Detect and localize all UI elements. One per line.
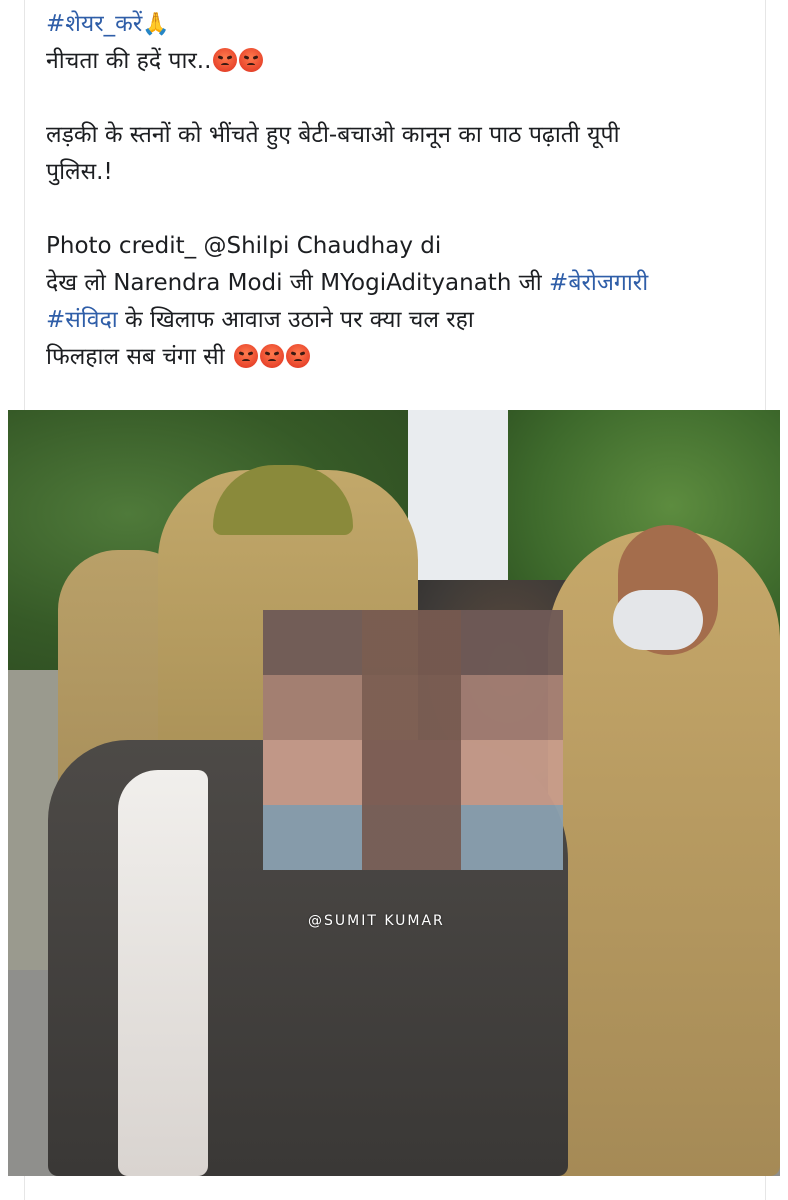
photo-officer-mask <box>613 590 703 650</box>
contract-line: #संविदा के खिलाफ आवाज उठाने पर क्या चल र… <box>46 302 746 339</box>
title-line: नीचता की हदें पार.. <box>46 43 746 80</box>
folded-hands-icon: 🙏 <box>142 12 170 37</box>
share-line: #शेयर_करें🙏 <box>46 6 746 43</box>
angry-face-icon <box>286 344 310 368</box>
title-text: नीचता की हदें पार.. <box>46 48 212 74</box>
hashtag-unemployment[interactable]: #बेरोजगारी <box>549 270 648 296</box>
angry-face-icon <box>234 344 258 368</box>
hashtag-contract[interactable]: #संविदा <box>46 307 118 333</box>
body-line-2: पुलिस.! <box>46 159 113 185</box>
angry-face-icon <box>239 48 264 72</box>
post-photo[interactable]: @SUMIT KUMAR <box>8 410 780 1176</box>
angry-face-icon <box>213 48 238 72</box>
photo-watermark: @SUMIT KUMAR <box>308 913 445 929</box>
mention-line: देख लो Narendra Modi जी MYogiAdityanath … <box>46 265 746 302</box>
post-text: #शेयर_करें🙏 नीचता की हदें पार.. लड़की के… <box>46 6 746 376</box>
photo-pixelated-face <box>263 610 563 870</box>
mention-text: देख लो Narendra Modi जी MYogiAdityanath … <box>46 270 550 296</box>
photo-scarf <box>118 770 208 1176</box>
body-line-1: लड़की के स्तनों को भींचते हुए बेटी-बचाओ … <box>46 122 620 148</box>
angry-face-icon <box>260 344 284 368</box>
contract-text: के खिलाफ आवाज उठाने पर क्या चल रहा <box>117 307 474 333</box>
hashtag-share[interactable]: #शेयर_करें <box>46 11 142 37</box>
credit-line: Photo credit_ @Shilpi Chaudhay di <box>46 233 442 259</box>
final-line: फिलहाल सब चंगा सी <box>46 339 746 376</box>
final-text: फिलहाल सब चंगा सी <box>46 344 232 370</box>
